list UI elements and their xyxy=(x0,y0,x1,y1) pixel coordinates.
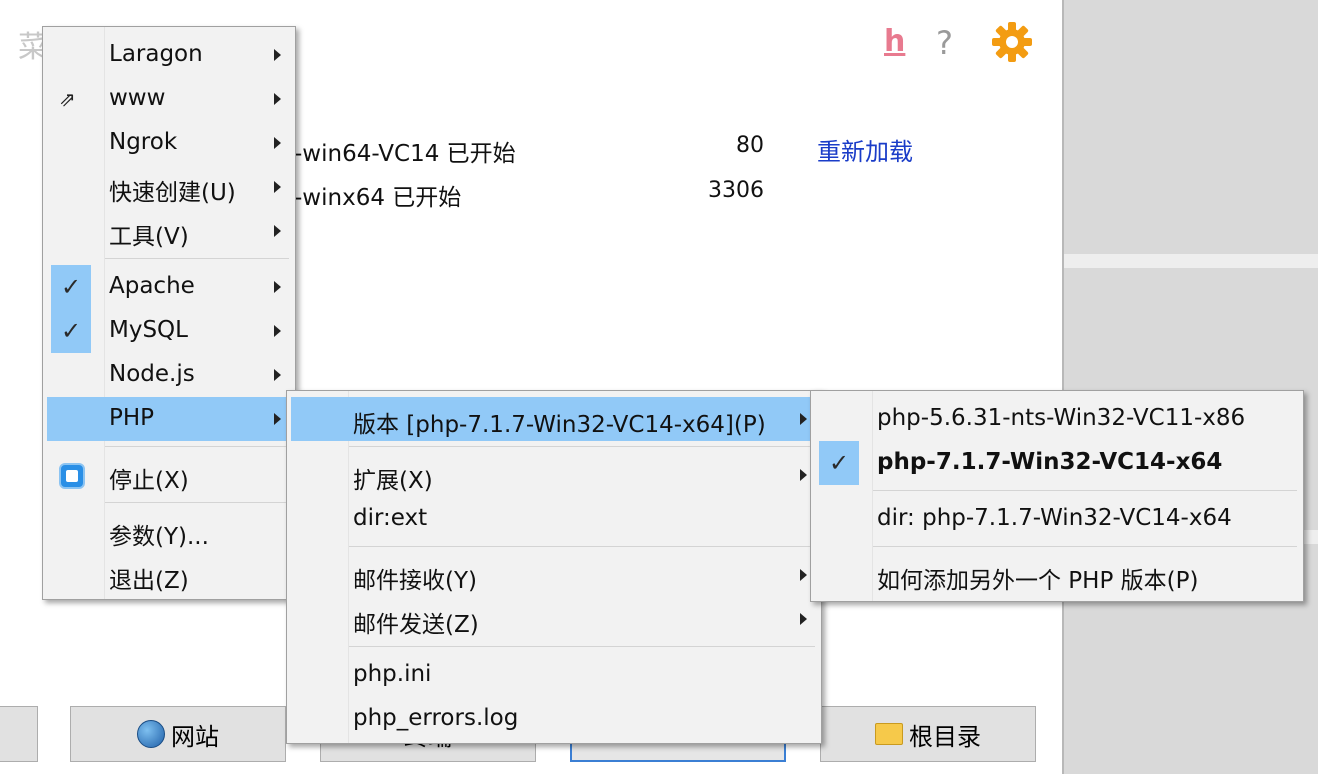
help-question-icon[interactable]: ? xyxy=(936,24,953,62)
submenu-arrow-icon xyxy=(800,569,807,581)
service-apache-status: -win64-VC14 已开始 xyxy=(294,141,516,167)
menu-item-label: 快速创建(U) xyxy=(109,180,236,206)
menu-item-mysql[interactable]: ✓ MySQL xyxy=(47,309,291,353)
desktop-band xyxy=(1064,254,1318,268)
main-context-menu: Laragon ⇗ www Ngrok 快速创建(U) 工具(V) ✓ Apac… xyxy=(42,26,296,600)
submenu-arrow-icon xyxy=(274,181,281,193)
menu-separator xyxy=(105,446,289,447)
checkmark-icon: ✓ xyxy=(51,309,91,353)
menu-item-label: MySQL xyxy=(109,317,188,343)
menu-item-label: 参数(Y)... xyxy=(109,524,209,550)
menu-item-label: 版本 [php-7.1.7-Win32-VC14-x64](P) xyxy=(353,412,766,438)
submenu-arrow-icon xyxy=(274,93,281,105)
php-submenu: 版本 [php-7.1.7-Win32-VC14-x64](P) 扩展(X) d… xyxy=(286,390,822,744)
menu-item-label: 邮件发送(Z) xyxy=(353,612,479,638)
version-item-php-7-1-7[interactable]: ✓ php-7.1.7-Win32-VC14-x64 xyxy=(815,441,1299,485)
menu-item-label: 停止(X) xyxy=(109,468,189,494)
gear-icon[interactable] xyxy=(990,20,1034,64)
menu-item-label: www xyxy=(109,85,166,111)
menu-item-label: php-7.1.7-Win32-VC14-x64 xyxy=(877,449,1223,475)
menu-item-label: php.ini xyxy=(353,661,432,687)
menu-separator xyxy=(873,490,1297,491)
reload-link[interactable]: 重新加载 xyxy=(817,132,913,167)
submenu-arrow-icon xyxy=(274,49,281,61)
checkmark-icon: ✓ xyxy=(819,441,859,485)
help-h-link[interactable]: h xyxy=(884,24,905,59)
web-button[interactable]: 网站 xyxy=(70,706,286,762)
desktop-background xyxy=(1062,0,1318,774)
menu-item-ngrok[interactable]: Ngrok xyxy=(47,121,291,165)
submenu-arrow-icon xyxy=(274,137,281,149)
menu-item-label: 退出(Z) xyxy=(109,568,189,594)
menu-item-label: 如何添加另外一个 PHP 版本(P) xyxy=(877,568,1199,594)
submenu-arrow-icon xyxy=(800,413,807,425)
menu-item-exit[interactable]: 退出(Z) xyxy=(47,553,291,597)
php-menu-item-mail-receive[interactable]: 邮件接收(Y) xyxy=(291,553,817,597)
submenu-arrow-icon xyxy=(274,225,281,237)
external-link-icon: ⇗ xyxy=(59,87,76,111)
php-menu-item-mail-send[interactable]: 邮件发送(Z) xyxy=(291,597,817,641)
menu-separator xyxy=(873,546,1297,547)
menu-item-tools[interactable]: 工具(V) xyxy=(47,209,291,253)
menu-item-stop[interactable]: 停止(X) xyxy=(47,453,291,497)
service-apache-port: 80 xyxy=(736,133,764,158)
menu-item-apache[interactable]: ✓ Apache xyxy=(47,265,291,309)
globe-icon xyxy=(137,720,165,748)
menu-separator xyxy=(105,502,289,503)
php-menu-item-version[interactable]: 版本 [php-7.1.7-Win32-VC14-x64](P) xyxy=(291,397,817,441)
web-button-label: 网站 xyxy=(171,722,219,751)
menu-item-label: 邮件接收(Y) xyxy=(353,568,477,594)
submenu-arrow-icon xyxy=(274,281,281,293)
service-mysql-status: -winx64 已开始 xyxy=(294,185,462,211)
partial-left-button[interactable] xyxy=(0,706,38,762)
menu-item-quick-create[interactable]: 快速创建(U) xyxy=(47,165,291,209)
folder-icon xyxy=(875,723,903,745)
php-version-submenu: php-5.6.31-nts-Win32-VC11-x86 ✓ php-7.1.… xyxy=(810,390,1304,602)
submenu-arrow-icon xyxy=(274,325,281,337)
submenu-arrow-icon xyxy=(800,613,807,625)
submenu-arrow-icon xyxy=(274,369,281,381)
php-menu-item-php-ini[interactable]: php.ini xyxy=(291,653,817,697)
menu-separator xyxy=(349,546,815,547)
menu-item-label: PHP xyxy=(109,405,155,431)
menu-item-label: dir:ext xyxy=(353,505,428,531)
submenu-arrow-icon xyxy=(800,469,807,481)
submenu-arrow-icon xyxy=(274,413,281,425)
menu-item-php[interactable]: PHP xyxy=(47,397,291,441)
menu-separator xyxy=(349,446,815,447)
menu-item-www[interactable]: ⇗ www xyxy=(47,77,291,121)
version-item-how-to-add[interactable]: 如何添加另外一个 PHP 版本(P) xyxy=(815,553,1299,597)
menu-separator xyxy=(349,646,815,647)
menu-item-label: Ngrok xyxy=(109,129,178,155)
service-mysql-port: 3306 xyxy=(708,178,764,203)
menu-item-label: Apache xyxy=(109,273,195,299)
version-item-dir[interactable]: dir: php-7.1.7-Win32-VC14-x64 xyxy=(815,497,1299,541)
menu-item-label: php_errors.log xyxy=(353,705,519,731)
version-item-php-5-6-31[interactable]: php-5.6.31-nts-Win32-VC11-x86 xyxy=(815,397,1299,441)
menu-item-laragon[interactable]: Laragon xyxy=(47,33,291,77)
menu-separator xyxy=(105,258,289,259)
menu-item-nodejs[interactable]: Node.js xyxy=(47,353,291,397)
checkmark-icon: ✓ xyxy=(51,265,91,309)
menu-item-label: 扩展(X) xyxy=(353,468,433,494)
php-menu-item-dir-ext[interactable]: dir:ext xyxy=(291,497,817,541)
menu-item-label: 工具(V) xyxy=(109,224,189,250)
menu-item-preferences[interactable]: 参数(Y)... xyxy=(47,509,291,553)
menu-item-label: Laragon xyxy=(109,41,203,67)
root-button-label: 根目录 xyxy=(909,722,981,751)
root-button[interactable]: 根目录 xyxy=(820,706,1036,762)
stop-icon xyxy=(59,463,85,489)
menu-item-label: dir: php-7.1.7-Win32-VC14-x64 xyxy=(877,505,1232,531)
php-menu-item-extensions[interactable]: 扩展(X) xyxy=(291,453,817,497)
menu-item-label: Node.js xyxy=(109,361,195,387)
php-menu-item-php-errors-log[interactable]: php_errors.log xyxy=(291,697,817,741)
menu-item-label: php-5.6.31-nts-Win32-VC11-x86 xyxy=(877,405,1246,431)
